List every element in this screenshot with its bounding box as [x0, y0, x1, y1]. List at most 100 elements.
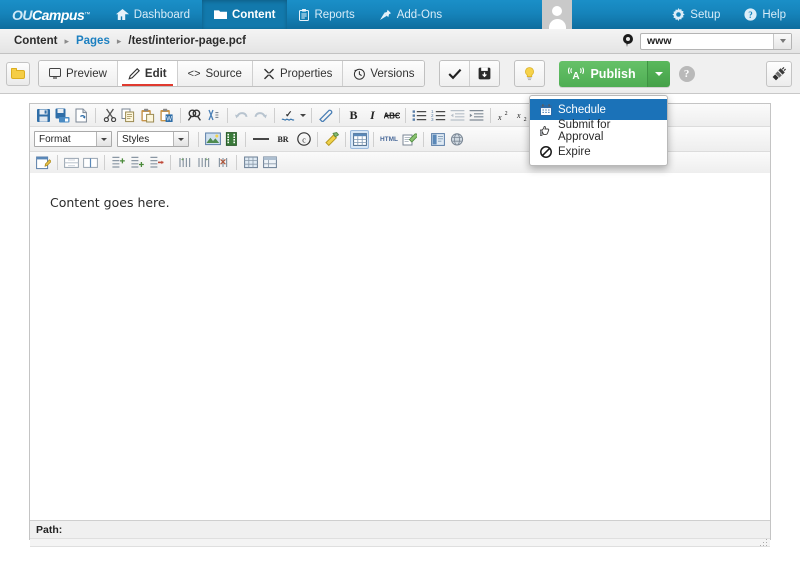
toolbar-separator — [317, 131, 318, 147]
copy-icon[interactable] — [119, 106, 138, 125]
site-selector[interactable]: www — [640, 32, 792, 50]
delete-row-icon[interactable] — [147, 153, 166, 172]
find-icon[interactable] — [185, 106, 204, 125]
nav-item-content[interactable]: Content — [202, 0, 288, 29]
check-button[interactable] — [440, 61, 471, 86]
svg-text:2: 2 — [524, 117, 527, 122]
save-icon[interactable] — [34, 106, 53, 125]
indent-icon[interactable] — [467, 106, 486, 125]
folder-icon — [11, 68, 25, 79]
insert-column-after-icon[interactable]: + — [194, 153, 213, 172]
publish-button[interactable]: A Publish — [559, 60, 648, 87]
styles-select[interactable]: Styles — [117, 131, 189, 147]
paint-format-icon[interactable] — [322, 130, 341, 149]
insert-column-before-icon[interactable]: + — [175, 153, 194, 172]
breadcrumb-bar: Content ▸ Pages ▸ /test/interior-page.pc… — [0, 29, 800, 54]
insert-snippet-icon[interactable] — [400, 130, 419, 149]
location-pin-icon — [622, 34, 634, 48]
cut-icon[interactable] — [100, 106, 119, 125]
page-properties-icon[interactable] — [447, 130, 466, 149]
menu-item-expire[interactable]: Expire — [530, 141, 667, 162]
help-circle-icon[interactable]: ? — [678, 65, 695, 82]
editor-content-area[interactable]: Content goes here. — [30, 173, 770, 515]
html-source-icon[interactable]: HTML — [378, 130, 400, 149]
nav-item-help[interactable]: ? Help — [732, 0, 800, 29]
italic-icon[interactable]: I — [363, 106, 382, 125]
bold-icon[interactable]: B — [344, 106, 363, 125]
nav-item-add-ons[interactable]: Add-Ons — [367, 0, 454, 29]
menu-item-schedule[interactable]: Schedule — [530, 99, 667, 120]
undo-icon[interactable] — [232, 106, 251, 125]
breadcrumb-item-file: /test/interior-page.pcf — [128, 35, 246, 47]
cell-properties-icon[interactable] — [260, 153, 279, 172]
horizontal-scrollbar[interactable] — [30, 538, 770, 547]
user-avatar[interactable] — [542, 0, 573, 30]
insert-asset-icon[interactable] — [428, 130, 447, 149]
svg-text:c: c — [302, 135, 306, 144]
edit-table-icon[interactable] — [34, 153, 53, 172]
tab-preview[interactable]: Preview — [39, 61, 118, 86]
special-character-icon[interactable]: c — [294, 130, 313, 149]
chevron-down-icon[interactable] — [173, 132, 188, 146]
nav-item-dashboard[interactable]: Dashboard — [104, 0, 202, 29]
top-navigation-bar: OU Campus ™ Dashboard Content Reports Add- — [0, 0, 800, 30]
breadcrumb-item-pages[interactable]: Pages — [76, 35, 110, 47]
lightbulb-button[interactable] — [514, 60, 546, 87]
line-break-icon[interactable]: BR — [272, 130, 294, 149]
remove-format-icon[interactable] — [316, 106, 335, 125]
publish-dropdown-toggle[interactable] — [647, 60, 670, 87]
tab-edit[interactable]: Edit — [117, 61, 178, 86]
strikethrough-icon[interactable]: ABC — [382, 106, 401, 125]
tab-properties[interactable]: Properties — [252, 61, 344, 86]
format-select[interactable]: Format — [34, 131, 112, 147]
spellcheck-dropdown-icon[interactable] — [298, 106, 307, 125]
spellcheck-icon[interactable]: ✓ — [279, 106, 298, 125]
tab-versions[interactable]: Versions — [343, 61, 425, 86]
gadgets-button[interactable] — [766, 60, 792, 87]
nav-item-setup[interactable]: Setup — [660, 0, 732, 29]
table-properties-icon[interactable] — [241, 153, 260, 172]
tab-source[interactable]: <> Source — [177, 61, 253, 86]
no-entry-icon — [539, 145, 552, 158]
save-button[interactable] — [470, 61, 500, 86]
delete-column-icon[interactable] — [213, 153, 232, 172]
nav-item-setup-label: Setup — [690, 8, 721, 21]
outdent-icon[interactable] — [448, 106, 467, 125]
broadcast-a-icon: A — [568, 66, 585, 81]
ou-campus-application: OU Campus ™ Dashboard Content Reports Add- — [0, 0, 800, 564]
new-page-icon[interactable] — [72, 106, 91, 125]
svg-text:3: 3 — [431, 117, 434, 122]
numbered-list-icon[interactable]: 123 — [429, 106, 448, 125]
menu-item-submit-for-approval[interactable]: Submit for Approval — [530, 118, 667, 143]
split-cell-icon[interactable] — [81, 153, 100, 172]
chevron-down-icon[interactable] — [773, 33, 791, 49]
plug-icon — [772, 66, 786, 81]
bulleted-list-icon[interactable] — [410, 106, 429, 125]
ou-campus-logo[interactable]: OU Campus ™ — [0, 0, 104, 29]
chevron-down-icon[interactable] — [96, 132, 111, 146]
superscript-icon[interactable]: x2 — [495, 106, 514, 125]
toolbar-separator — [245, 131, 246, 147]
nav-item-reports[interactable]: Reports — [287, 0, 366, 29]
folder-button[interactable] — [6, 61, 30, 86]
insert-row-after-icon[interactable] — [128, 153, 147, 172]
image-icon[interactable] — [203, 130, 222, 149]
svg-text:A: A — [573, 71, 580, 81]
menu-item-submit-for-approval-label: Submit for Approval — [558, 118, 611, 143]
merge-cells-icon[interactable] — [62, 153, 81, 172]
redo-icon[interactable] — [251, 106, 270, 125]
resize-grip[interactable] — [759, 538, 767, 546]
horizontal-rule-icon[interactable] — [250, 130, 272, 149]
save-all-icon[interactable] — [53, 106, 72, 125]
publish-button-label: Publish — [590, 66, 636, 81]
nav-item-dashboard-label: Dashboard — [133, 8, 190, 21]
paste-icon[interactable] — [138, 106, 157, 125]
paste-from-word-icon[interactable]: W — [157, 106, 176, 125]
table-icon[interactable] — [350, 129, 369, 149]
editor-path-bar: Path: — [30, 520, 770, 539]
media-icon[interactable] — [222, 130, 241, 149]
breadcrumb-item-content[interactable]: Content — [14, 35, 57, 47]
toolbar-separator — [345, 131, 346, 147]
insert-row-before-icon[interactable] — [109, 153, 128, 172]
replace-icon[interactable] — [204, 106, 223, 125]
